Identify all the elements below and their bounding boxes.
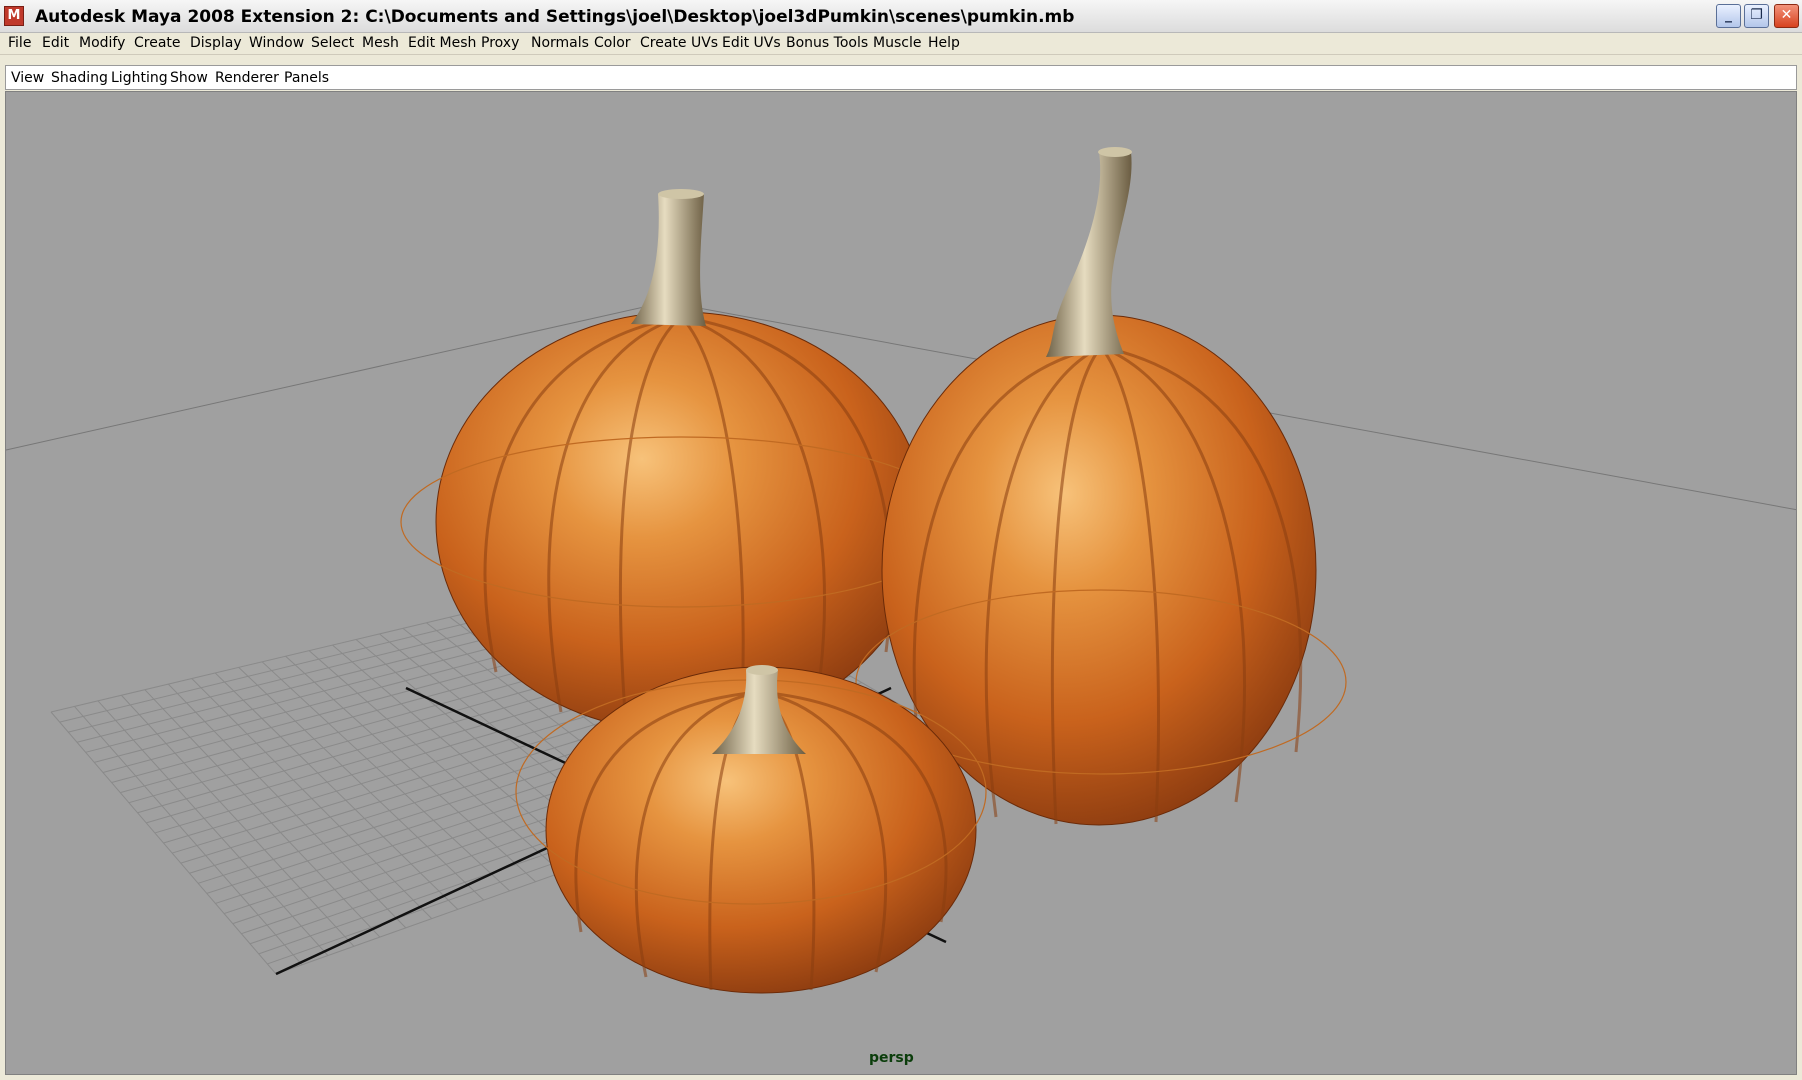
maya-app-icon[interactable]: M	[4, 6, 24, 26]
minimize-icon[interactable]: _	[1716, 4, 1741, 28]
menu-bonus-tools[interactable]: Bonus Tools	[786, 35, 868, 51]
close-icon[interactable]: ✕	[1774, 4, 1799, 28]
viewport-scene	[6, 147, 1796, 994]
panel-menu-shading[interactable]: Shading	[51, 70, 108, 86]
panel-menu-lighting[interactable]: Lighting	[111, 70, 168, 86]
menu-display[interactable]: Display	[190, 35, 242, 51]
menu-modify[interactable]: Modify	[79, 35, 125, 51]
pumpkin-right[interactable]	[855, 147, 1347, 826]
perspective-viewport[interactable]: persp	[5, 91, 1797, 1075]
panel-menu-show[interactable]: Show	[170, 70, 208, 86]
menu-help[interactable]: Help	[928, 35, 960, 51]
menu-create-uvs[interactable]: Create UVs	[640, 35, 718, 51]
menu-edit-mesh[interactable]: Edit Mesh	[408, 35, 476, 51]
menu-file[interactable]: File	[8, 35, 31, 51]
menu-window[interactable]: Window	[249, 35, 304, 51]
menu-color[interactable]: Color	[594, 35, 631, 51]
stem	[631, 194, 706, 326]
menu-edit[interactable]: Edit	[42, 35, 69, 51]
menu-mesh[interactable]: Mesh	[362, 35, 399, 51]
title-bar: M Autodesk Maya 2008 Extension 2: C:\Doc…	[0, 0, 1802, 33]
panel-menu-view[interactable]: View	[11, 70, 44, 86]
pumpkin-left[interactable]	[400, 189, 962, 733]
window-title: Autodesk Maya 2008 Extension 2: C:\Docum…	[35, 7, 1075, 27]
menu-muscle[interactable]: Muscle	[873, 35, 921, 51]
menu-edit-uvs[interactable]: Edit UVs	[722, 35, 781, 51]
menu-normals[interactable]: Normals	[531, 35, 589, 51]
panel-menu-panels[interactable]: Panels	[284, 70, 329, 86]
camera-label: persp	[869, 1050, 914, 1066]
menu-proxy[interactable]: Proxy	[481, 35, 519, 51]
panel-menu-bar: View Shading Lighting Show Renderer Pane…	[5, 65, 1797, 90]
menu-create[interactable]: Create	[134, 35, 181, 51]
restore-icon[interactable]: ❐	[1744, 4, 1769, 28]
main-menu-bar: File Edit Modify Create Display Window S…	[0, 33, 1802, 55]
panel-menu-renderer[interactable]: Renderer	[215, 70, 279, 86]
menu-select[interactable]: Select	[311, 35, 354, 51]
